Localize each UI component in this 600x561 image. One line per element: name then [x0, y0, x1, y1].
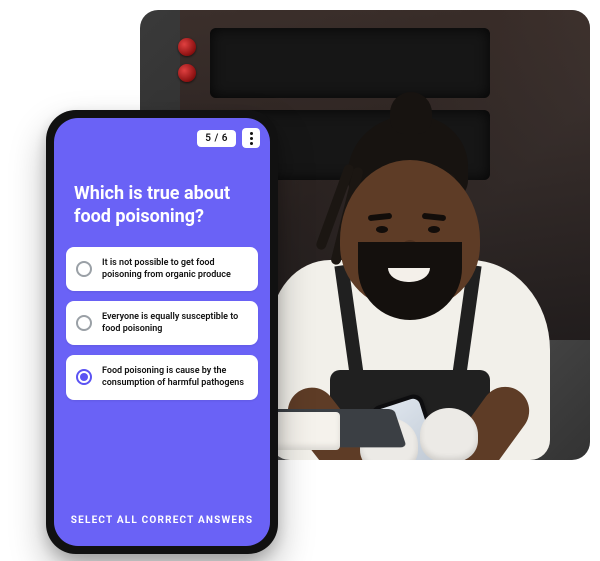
progress-counter: 5 / 6 [197, 130, 236, 147]
radio-icon [76, 315, 92, 331]
more-menu-button[interactable] [242, 128, 260, 148]
radio-icon [76, 369, 92, 385]
phone-mockup: 5 / 6 Which is true about food poisoning… [46, 110, 278, 554]
oven-slot [210, 28, 490, 98]
oven-knob [178, 38, 196, 56]
option-label: It is not possible to get food poisoning… [102, 257, 246, 281]
options-list: It is not possible to get food poisoning… [54, 247, 270, 400]
option-3[interactable]: Food poisoning is cause by the consumpti… [66, 355, 258, 399]
oven-knob [178, 64, 196, 82]
option-label: Food poisoning is cause by the consumpti… [102, 365, 246, 389]
instruction-text: SELECT ALL CORRECT ANSWERS [54, 499, 270, 546]
question-text: Which is true about food poisoning? [54, 148, 270, 247]
quiz-topbar: 5 / 6 [54, 118, 270, 148]
option-2[interactable]: Everyone is equally susceptible to food … [66, 301, 258, 345]
radio-icon [76, 261, 92, 277]
option-label: Everyone is equally susceptible to food … [102, 311, 246, 335]
quiz-screen: 5 / 6 Which is true about food poisoning… [54, 118, 270, 546]
option-1[interactable]: It is not possible to get food poisoning… [66, 247, 258, 291]
